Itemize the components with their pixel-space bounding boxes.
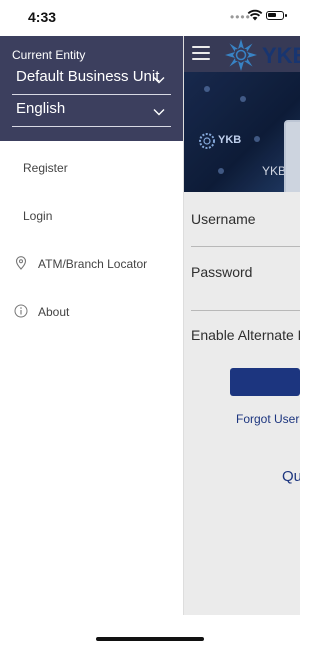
username-input[interactable] <box>191 246 300 247</box>
nav-item-register[interactable]: Register <box>0 149 183 189</box>
quick-link[interactable]: Qu <box>282 468 300 485</box>
alternate-login-label: Enable Alternate L <box>191 327 300 343</box>
nav-item-label: Register <box>23 161 68 175</box>
wifi-icon <box>247 9 263 21</box>
battery-icon <box>266 11 287 20</box>
promo-banner: YKB YKB In <box>184 72 300 192</box>
status-time: 4:33 <box>28 9 57 25</box>
nav-item-label: About <box>38 305 70 319</box>
location-pin-icon <box>15 256 27 270</box>
chevron-down-icon <box>153 109 165 116</box>
nav-item-label: ATM/Branch Locator <box>38 257 148 271</box>
current-entity-label: Current Entity <box>12 48 86 62</box>
status-bar: 4:33 •••• <box>0 0 300 36</box>
info-icon <box>14 304 28 318</box>
password-label: Password <box>191 264 253 280</box>
banner-brand: YKB <box>218 134 242 146</box>
entity-select-value: Default Business Unit <box>16 68 160 85</box>
login-screen: YKB YKB YKB In Username Password Enable … <box>184 36 300 615</box>
password-input[interactable] <box>191 310 300 311</box>
navigation-drawer: Current Entity Default Business Unit Eng… <box>0 36 184 615</box>
chevron-down-icon <box>153 77 165 84</box>
forgot-user-link[interactable]: Forgot User I <box>236 412 300 426</box>
phone-image <box>284 120 300 192</box>
nav-item-atm-branch-locator[interactable]: ATM/Branch Locator <box>0 245 183 285</box>
drawer-header: Current Entity Default Business Unit Eng… <box>0 36 183 141</box>
nav-item-label: Login <box>23 209 53 223</box>
app-header: YKB <box>184 36 300 72</box>
language-select[interactable]: English <box>12 100 171 127</box>
nav-item-login[interactable]: Login <box>0 197 183 237</box>
login-button[interactable] <box>230 368 300 396</box>
brand-name: YKB <box>262 43 300 68</box>
hamburger-menu-icon[interactable] <box>192 46 210 60</box>
language-select-value: English <box>16 100 66 117</box>
username-label: Username <box>191 211 256 227</box>
home-indicator[interactable] <box>96 637 204 641</box>
entity-select[interactable]: Default Business Unit <box>12 68 171 95</box>
bottom-safe-area <box>0 615 300 649</box>
ykb-logo-icon <box>225 39 257 71</box>
nav-item-about[interactable]: About <box>0 293 183 333</box>
ykb-logo-icon <box>199 133 215 149</box>
